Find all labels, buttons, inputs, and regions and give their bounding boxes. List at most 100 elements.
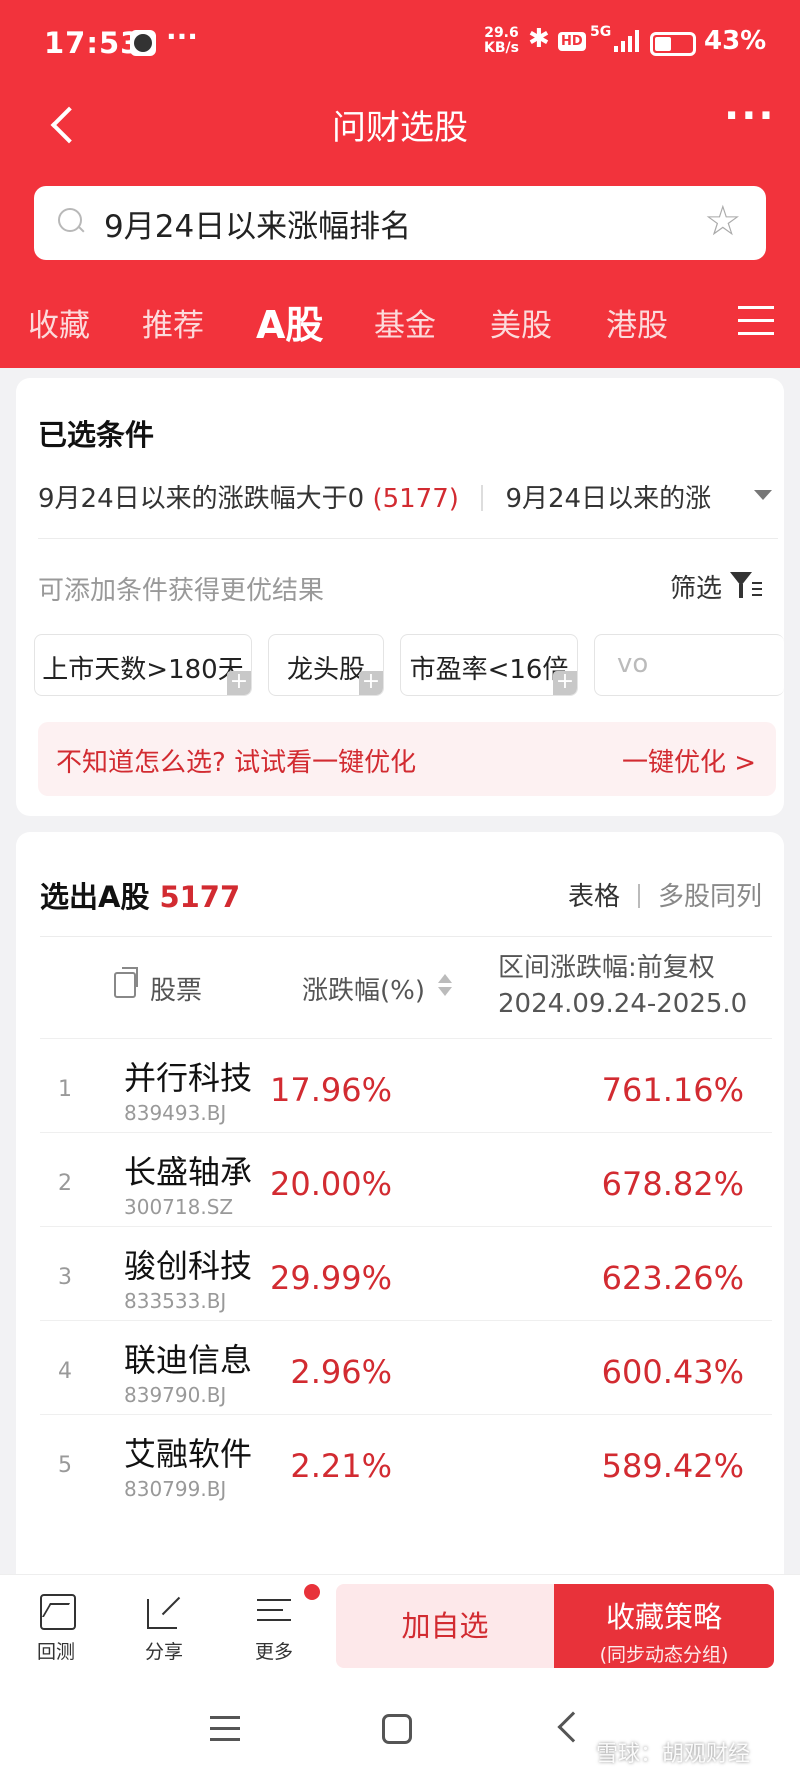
watermark: 雪球：胡观财经	[596, 1742, 751, 1767]
tab-recommended[interactable]: 推荐	[142, 300, 204, 345]
optimize-hint: 不知道怎么选? 试试看一键优化	[56, 748, 417, 778]
chip-volume[interactable]: vo	[594, 634, 784, 696]
chip-pe-ratio[interactable]: 市盈率<16倍 +	[400, 634, 578, 696]
menu-icon	[255, 1591, 293, 1629]
chip-leader-stock[interactable]: 龙头股 +	[268, 634, 384, 696]
battery-icon	[650, 32, 696, 56]
tab-favorites[interactable]: 收藏	[28, 300, 90, 345]
row-index: 2	[58, 1171, 72, 1196]
results-card: 选出A股 5177 表格 多股同列 股票 涨跌幅(%) 区间涨跌幅:前复权 2024…	[16, 832, 784, 1592]
home-icon[interactable]	[382, 1714, 412, 1744]
chip-listing-days[interactable]: 上市天数>180天 +	[34, 634, 252, 696]
range-change-value: 623.26%	[601, 1259, 744, 1297]
stock-code: 833533.BJ	[124, 1289, 227, 1313]
back-icon[interactable]	[557, 1711, 589, 1743]
table-row[interactable]: 3 骏创科技 833533.BJ 29.99% 623.26%	[40, 1226, 772, 1320]
signal-type: 5G	[590, 24, 612, 40]
divider	[481, 485, 484, 511]
selected-conditions[interactable]: 9月24日以来的涨跌幅大于0 (5177) 9月24日以来的涨	[38, 478, 778, 515]
chip-label: 龙头股	[286, 655, 365, 685]
table-row[interactable]: 1 并行科技 839493.BJ 17.96% 761.16%	[40, 1038, 772, 1132]
plus-icon[interactable]: +	[227, 671, 251, 695]
range-change-value: 678.82%	[601, 1165, 744, 1203]
share-button[interactable]: 分享	[124, 1591, 204, 1664]
table-row[interactable]: 5 艾融软件 830799.BJ 2.21% 589.42%	[40, 1414, 772, 1508]
view-multi-button[interactable]: 多股同列	[658, 882, 762, 912]
page-title: 问财选股	[332, 108, 468, 148]
backtest-icon	[37, 1591, 76, 1630]
col-header-range-line1: 区间涨跌幅:前复权	[498, 953, 715, 983]
conditions-title: 已选条件	[38, 418, 155, 452]
view-table-button[interactable]: 表格	[568, 882, 620, 912]
filter-button[interactable]: 筛选	[670, 568, 722, 605]
row-index: 5	[58, 1453, 72, 1478]
search-input[interactable]	[104, 200, 684, 246]
col-header-range[interactable]: 区间涨跌幅:前复权 2024.09.24-2025.0	[436, 950, 776, 1026]
tab-hk-stocks[interactable]: 港股	[606, 300, 668, 345]
results-count: 5177	[159, 880, 241, 914]
optimize-banner[interactable]: 不知道怎么选? 试试看一键优化 一键优化 >	[38, 722, 776, 796]
battery-fill	[655, 37, 671, 51]
stock-code: 839493.BJ	[124, 1101, 227, 1125]
more-button[interactable]: 更多	[234, 1591, 314, 1664]
chip-label: vo	[617, 649, 649, 679]
table-row[interactable]: 2 长盛轴承 300718.SZ 20.00% 678.82%	[40, 1132, 772, 1226]
conditions-card: 已选条件 9月24日以来的涨跌幅大于0 (5177) 9月24日以来的涨 可添加…	[16, 378, 784, 816]
tab-menu-icon[interactable]	[738, 306, 774, 336]
status-bar: 17:53 ··· 29.6 KB/s ✱ HD 5G 43%	[0, 0, 800, 88]
condition-2[interactable]: 9月24日以来的涨	[505, 484, 711, 514]
network-speed-value: 29.6	[484, 25, 519, 41]
optimize-link[interactable]: 一键优化 >	[622, 742, 756, 779]
condition-1[interactable]: 9月24日以来的涨跌幅大于0	[38, 484, 364, 514]
change-value: 2.96%	[290, 1353, 392, 1391]
recent-apps-icon[interactable]	[210, 1716, 240, 1742]
col-header-change[interactable]: 涨跌幅(%)	[302, 970, 425, 1007]
hd-badge: HD	[558, 32, 586, 51]
col-header-range-line2: 2024.09.24-2025.0	[498, 989, 748, 1019]
stock-name: 并行科技	[124, 1059, 253, 1097]
status-time: 17:53	[44, 26, 142, 60]
condition-1-count: (5177)	[372, 484, 459, 514]
change-value: 20.00%	[269, 1165, 392, 1203]
clock-app-icon	[130, 30, 156, 56]
chevron-down-icon[interactable]	[754, 490, 772, 500]
stock-name: 长盛轴承	[124, 1153, 253, 1191]
backtest-label: 回测	[36, 1641, 75, 1663]
add-condition-hint: 可添加条件获得更优结果	[38, 576, 325, 606]
divider	[38, 538, 778, 539]
tab-us-stocks[interactable]: 美股	[490, 300, 552, 345]
plus-icon[interactable]: +	[553, 671, 577, 695]
plus-icon[interactable]: +	[359, 671, 383, 695]
more-options-icon[interactable]: ···	[724, 96, 774, 144]
share-icon	[145, 1591, 183, 1629]
range-change-value: 589.42%	[601, 1447, 744, 1485]
stock-name: 艾融软件	[124, 1435, 253, 1473]
battery-percent: 43%	[704, 26, 767, 56]
change-value: 17.96%	[269, 1071, 392, 1109]
stock-name: 骏创科技	[124, 1247, 253, 1285]
divider	[40, 936, 772, 937]
range-change-value: 600.43%	[601, 1353, 744, 1391]
signal-bars-icon	[614, 30, 640, 52]
more-label: 更多	[254, 1641, 293, 1663]
change-value: 2.21%	[290, 1447, 392, 1485]
network-speed: 29.6 KB/s	[484, 26, 519, 56]
save-strategy-button[interactable]: 收藏策略 (同步动态分组)	[554, 1584, 774, 1668]
tab-a-shares[interactable]: A股	[256, 294, 323, 349]
search-icon	[58, 208, 86, 236]
results-title: 选出A股 5177	[40, 874, 240, 916]
table-row[interactable]: 4 联迪信息 839790.BJ 2.96% 600.43%	[40, 1320, 772, 1414]
search-bar[interactable]: ☆	[34, 186, 766, 260]
tab-funds[interactable]: 基金	[374, 300, 436, 345]
backtest-button[interactable]: 回测	[16, 1591, 96, 1664]
star-icon[interactable]: ☆	[704, 196, 742, 246]
add-to-watchlist-button[interactable]: 加自选	[336, 1584, 554, 1668]
save-strategy-label: 收藏策略	[605, 1600, 722, 1634]
copy-icon[interactable]	[114, 967, 138, 998]
network-speed-unit: KB/s	[484, 40, 519, 56]
results-title-text: 选出A股	[40, 880, 150, 914]
category-tabs: 收藏 推荐 A股 基金 美股 港股	[0, 296, 800, 350]
filter-icon[interactable]	[730, 572, 762, 600]
change-value: 29.99%	[269, 1259, 392, 1297]
row-index: 4	[58, 1359, 72, 1384]
